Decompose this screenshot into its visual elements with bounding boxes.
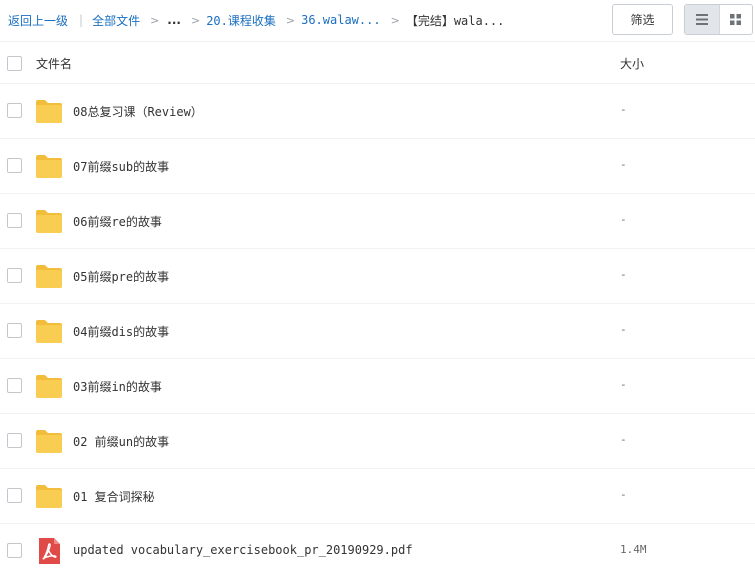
file-row[interactable]: 02 前缀un的故事 - xyxy=(0,414,755,469)
folder-icon xyxy=(36,430,62,453)
select-all-checkbox[interactable] xyxy=(7,56,22,71)
folder-icon xyxy=(36,210,62,233)
file-size: - xyxy=(620,488,627,501)
row-checkbox[interactable] xyxy=(7,543,22,558)
file-name[interactable]: updated vocabulary_exercisebook_pr_20190… xyxy=(73,543,413,557)
file-row[interactable]: 04前缀dis的故事 - xyxy=(0,304,755,359)
breadcrumb-divider: | xyxy=(79,13,84,27)
breadcrumb-item-course-collection[interactable]: 20.课程收集 xyxy=(206,12,276,29)
file-name[interactable]: 01 复合词探秘 xyxy=(73,488,155,505)
row-checkbox[interactable] xyxy=(7,158,22,173)
folder-icon xyxy=(36,320,62,343)
filter-button[interactable]: 筛选 xyxy=(612,4,673,35)
file-name[interactable]: 08总复习课（Review） xyxy=(73,103,203,120)
column-header-name[interactable]: 文件名 xyxy=(36,55,72,72)
file-row[interactable]: 03前缀in的故事 - xyxy=(0,359,755,414)
file-size: - xyxy=(620,323,627,336)
list-view-icon xyxy=(695,14,708,25)
file-size: - xyxy=(620,158,627,171)
file-name[interactable]: 04前缀dis的故事 xyxy=(73,323,169,340)
row-checkbox[interactable] xyxy=(7,268,22,283)
back-link[interactable]: 返回上一级 xyxy=(8,12,68,29)
row-checkbox[interactable] xyxy=(7,378,22,393)
chevron-right-icon: > xyxy=(390,13,400,27)
row-checkbox[interactable] xyxy=(7,213,22,228)
file-size: - xyxy=(620,378,627,391)
file-row[interactable]: updated vocabulary_exercisebook_pr_20190… xyxy=(0,524,755,573)
file-name[interactable]: 02 前缀un的故事 xyxy=(73,433,169,450)
folder-icon xyxy=(36,155,62,178)
view-mode-toggle xyxy=(684,4,753,35)
file-size: 1.4M xyxy=(620,543,647,556)
file-name[interactable]: 05前缀pre的故事 xyxy=(73,268,169,285)
chevron-right-icon: > xyxy=(285,13,296,27)
file-row[interactable]: 01 复合词探秘 - xyxy=(0,469,755,524)
breadcrumb-ellipsis[interactable]: ... xyxy=(167,13,181,27)
file-row[interactable]: 05前缀pre的故事 - xyxy=(0,249,755,304)
file-row[interactable]: 08总复习课（Review） - xyxy=(0,84,755,139)
pdf-file-icon xyxy=(39,538,60,564)
file-row[interactable]: 07前缀sub的故事 - xyxy=(0,139,755,194)
breadcrumb: 返回上一级 | 全部文件 > ... > 20.课程收集 > 36.walaw.… xyxy=(8,11,504,29)
file-size: - xyxy=(620,433,627,446)
file-name[interactable]: 06前缀re的故事 xyxy=(73,213,162,230)
row-checkbox[interactable] xyxy=(7,103,22,118)
file-list-header: 文件名 大小 xyxy=(0,43,755,84)
file-name[interactable]: 07前缀sub的故事 xyxy=(73,158,169,175)
folder-icon xyxy=(36,100,62,123)
row-checkbox[interactable] xyxy=(7,323,22,338)
chevron-right-icon: > xyxy=(190,13,201,27)
file-size: - xyxy=(620,268,627,281)
grid-view-icon xyxy=(730,14,742,25)
toolbar: 返回上一级 | 全部文件 > ... > 20.课程收集 > 36.walaw.… xyxy=(0,0,755,42)
folder-icon xyxy=(36,265,62,288)
grid-view-button[interactable] xyxy=(718,5,753,34)
file-row[interactable]: 06前缀re的故事 - xyxy=(0,194,755,249)
folder-icon xyxy=(36,485,62,508)
file-size: - xyxy=(620,213,627,226)
folder-icon xyxy=(36,375,62,398)
chevron-right-icon: > xyxy=(150,13,160,27)
file-size: - xyxy=(620,103,627,116)
file-name[interactable]: 03前缀in的故事 xyxy=(73,378,162,395)
column-header-size[interactable]: 大小 xyxy=(620,55,644,72)
row-checkbox[interactable] xyxy=(7,488,22,503)
breadcrumb-item-walaw[interactable]: 36.walaw... xyxy=(301,13,380,27)
breadcrumb-current: 【完结】wala... xyxy=(405,13,505,28)
list-view-button[interactable] xyxy=(685,5,719,34)
all-files-link[interactable]: 全部文件 xyxy=(92,12,140,29)
row-checkbox[interactable] xyxy=(7,433,22,448)
